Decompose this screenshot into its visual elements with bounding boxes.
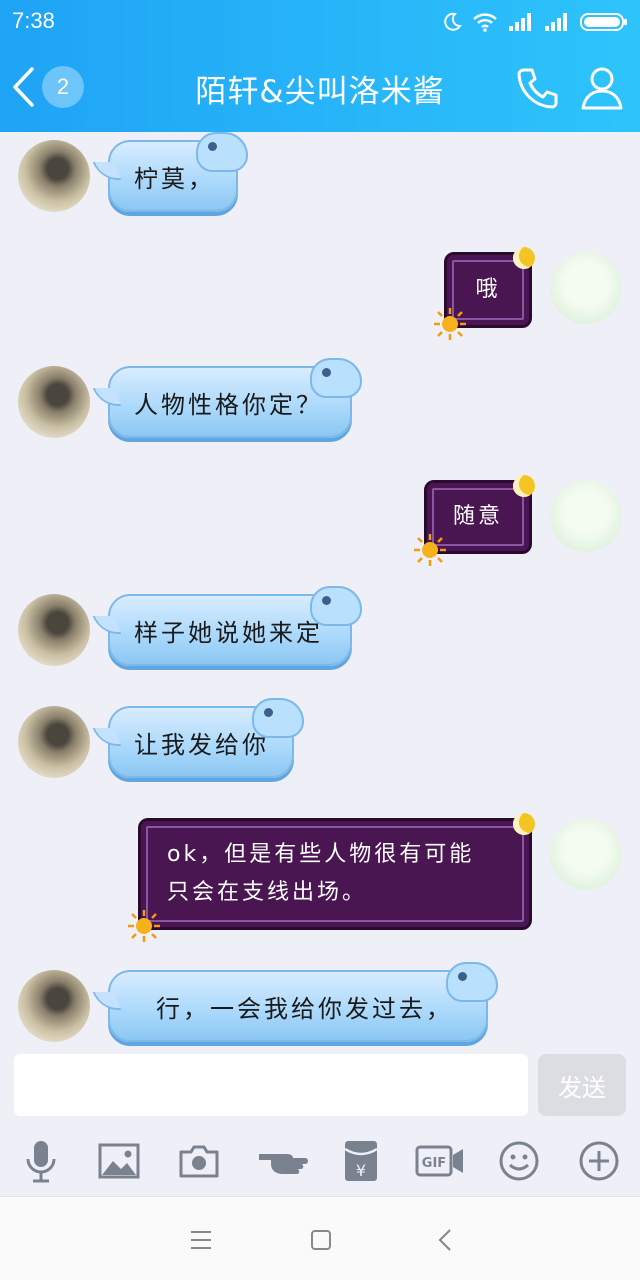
- chevron-left-icon: [13, 67, 34, 107]
- bubble-tail: [92, 992, 122, 1010]
- cat-ears-decoration: [310, 586, 362, 626]
- mic-icon[interactable]: [18, 1138, 64, 1184]
- bubble-tail: [92, 388, 122, 406]
- moon-decoration: [513, 475, 535, 497]
- sun-decoration: [434, 308, 466, 340]
- moon-decoration: [513, 247, 535, 269]
- message-text: 让我发给你: [134, 730, 269, 759]
- message-input[interactable]: [14, 1054, 528, 1116]
- signal-icon-2: [545, 13, 567, 31]
- bubble-tail: [92, 616, 122, 634]
- bubble-tail: [92, 728, 122, 746]
- signal-icon-1: [509, 13, 531, 31]
- message-bubble[interactable]: 人物性格你定？: [92, 358, 362, 438]
- top-bar: 7:38 2 陌轩&尖叫洛米酱: [0, 0, 640, 132]
- red-packet-icon[interactable]: ¥: [338, 1138, 384, 1184]
- menu-icon[interactable]: [186, 1225, 216, 1255]
- message-row: 让我发给你: [0, 698, 640, 780]
- back-button[interactable]: 2: [10, 62, 90, 112]
- composer-bar: 发送: [0, 1046, 640, 1126]
- message-text: 人物性格你定？: [134, 390, 323, 419]
- wifi-icon: [473, 13, 497, 32]
- message-bubble[interactable]: 柠莫，: [92, 132, 248, 212]
- message-text: 行，一会我给你发过去，: [156, 994, 453, 1023]
- message-line-1: ok，但是有些人物很有可能: [167, 842, 475, 867]
- message-bubble[interactable]: 样子她说她来定: [92, 586, 362, 666]
- gif-icon[interactable]: GIF: [414, 1138, 466, 1184]
- message-line-2: 只会在支线出场。: [167, 880, 368, 905]
- message-row: 人物性格你定？: [0, 358, 640, 440]
- camera-icon[interactable]: [176, 1138, 222, 1184]
- status-time: 7:38: [12, 8, 55, 33]
- sun-decoration: [414, 534, 446, 566]
- message-text: ok，但是有些人物很有可能 只会在支线出场。: [141, 836, 529, 912]
- input-toolbar: ¥ GIF: [0, 1126, 640, 1196]
- image-icon[interactable]: [96, 1138, 142, 1184]
- nav-back-icon[interactable]: [430, 1225, 460, 1255]
- yuan-label: ¥: [356, 1161, 366, 1180]
- contact-avatar[interactable]: [18, 594, 90, 666]
- message-row: 行，一会我给你发过去，: [0, 962, 640, 1044]
- status-icons: [442, 10, 628, 34]
- message-bubble[interactable]: 让我发给你: [92, 698, 304, 778]
- moon-decoration: [513, 813, 535, 835]
- message-bubble[interactable]: 行，一会我给你发过去，: [92, 962, 498, 1042]
- cat-ears-decoration: [252, 698, 304, 738]
- message-text: 哦: [475, 277, 501, 302]
- message-row: 哦: [0, 247, 640, 340]
- bubble-tail: [92, 162, 122, 180]
- cat-ears-decoration: [446, 962, 498, 1002]
- sun-decoration: [128, 910, 160, 942]
- phone-icon[interactable]: [514, 64, 562, 112]
- profile-icon[interactable]: [578, 64, 626, 112]
- chat-title: 陌轩&尖叫洛米酱: [195, 74, 445, 110]
- message-bubble[interactable]: 哦: [434, 247, 535, 340]
- contact-avatar[interactable]: [18, 706, 90, 778]
- gif-label: GIF: [422, 1156, 446, 1171]
- message-text: 样子她说她来定: [134, 618, 323, 647]
- message-bubble[interactable]: ok，但是有些人物很有可能 只会在支线出场。: [128, 813, 535, 942]
- cat-ears-decoration: [196, 132, 248, 172]
- message-row: 随意: [0, 475, 640, 566]
- contact-avatar[interactable]: [18, 140, 90, 212]
- moon-icon: [444, 12, 462, 31]
- plus-icon[interactable]: [576, 1138, 622, 1184]
- chat-header: 2 陌轩&尖叫洛米酱: [0, 44, 640, 132]
- message-row: 柠莫，: [0, 132, 640, 214]
- unread-badge: 2: [42, 66, 84, 108]
- self-avatar[interactable]: [550, 252, 622, 324]
- contact-avatar[interactable]: [18, 970, 90, 1042]
- message-row: 样子她说她来定: [0, 586, 640, 668]
- contact-avatar[interactable]: [18, 366, 90, 438]
- system-nav-bar: [0, 1196, 640, 1280]
- emoji-icon[interactable]: [496, 1138, 542, 1184]
- message-bubble[interactable]: 随意: [414, 475, 535, 566]
- home-icon[interactable]: [306, 1225, 336, 1255]
- self-avatar[interactable]: [550, 818, 622, 890]
- battery-icon: [580, 13, 627, 31]
- status-bar: 7:38: [0, 0, 640, 44]
- message-row: ok，但是有些人物很有可能 只会在支线出场。: [0, 813, 640, 942]
- message-text: 随意: [452, 504, 503, 529]
- cat-ears-decoration: [310, 358, 362, 398]
- self-avatar[interactable]: [550, 480, 622, 552]
- send-button[interactable]: 发送: [538, 1054, 626, 1116]
- poke-icon[interactable]: [256, 1138, 312, 1184]
